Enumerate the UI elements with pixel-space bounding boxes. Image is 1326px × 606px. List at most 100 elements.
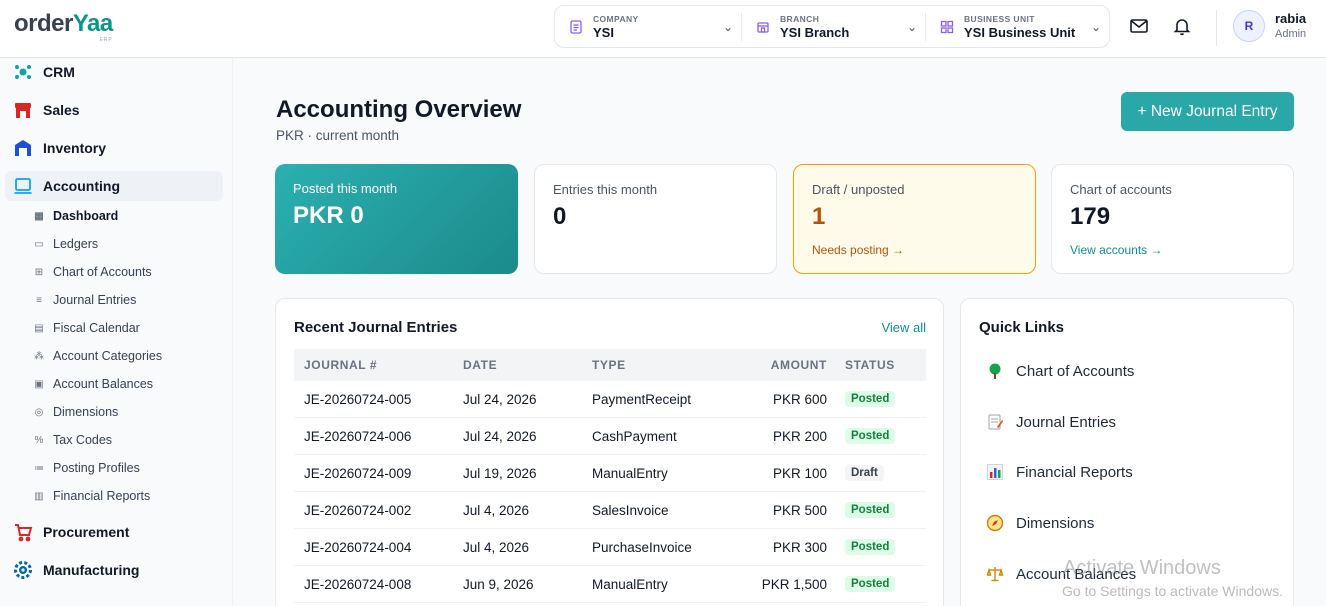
- quick-link-chart-of-accounts[interactable]: Chart of Accounts: [985, 359, 1134, 383]
- recent-journal-entries-panel: Recent Journal Entries View all JOURNAL …: [275, 298, 944, 606]
- entry-date: Jul 24, 2026: [463, 428, 537, 444]
- entry-amount: PKR 1,500: [761, 576, 827, 592]
- sidebar-subitem-dashboard[interactable]: ▦ Dashboard: [32, 206, 118, 226]
- sidebar-item-accounting[interactable]: Accounting: [12, 173, 120, 199]
- sidebar-item-inventory[interactable]: Inventory: [12, 135, 106, 161]
- percent-icon: %: [34, 434, 44, 446]
- sidebar: CRM Sales Inventory Accounting ▦ Dashboar…: [0, 58, 233, 606]
- view-all-link[interactable]: View all: [881, 320, 926, 335]
- business-unit-select[interactable]: BUSINESS UNIT YSI Business Unit ⌄: [925, 12, 1109, 41]
- journal-number[interactable]: JE-20260724-005: [304, 381, 411, 417]
- entry-amount: PKR 300: [772, 539, 827, 555]
- card-value: 1: [812, 203, 826, 230]
- compass-icon: [985, 513, 1005, 533]
- tree-icon: [985, 361, 1005, 381]
- company-select[interactable]: COMPANY YSI ⌄: [555, 13, 741, 41]
- top-bar: orderYaa ERP COMPANY YSI ⌄ BRANCH YSI Bran…: [0, 0, 1326, 58]
- sidebar-item-crm[interactable]: CRM: [12, 59, 75, 85]
- panel-title: Quick Links: [979, 319, 1065, 336]
- bell-icon[interactable]: [1172, 16, 1194, 38]
- chevron-down-icon: ⌄: [1090, 19, 1101, 34]
- quick-link-journal-entries[interactable]: Journal Entries: [985, 410, 1116, 434]
- column-header-status[interactable]: STATUS: [845, 349, 895, 381]
- chevron-down-icon: ⌄: [722, 19, 733, 34]
- table-row[interactable]: JE-20260724-006 Jul 24, 2026 CashPayment…: [294, 418, 926, 455]
- sidebar-item-manufacturing[interactable]: Manufacturing: [12, 557, 139, 583]
- table-header: JOURNAL # DATE TYPE AMOUNT STATUS: [294, 349, 926, 381]
- card-title: Entries this month: [553, 182, 658, 197]
- table-row[interactable]: JE-20260724-005 Jul 24, 2026 PaymentRece…: [294, 381, 926, 418]
- column-header-amount[interactable]: AMOUNT: [771, 349, 827, 381]
- entry-type: ManualEntry: [592, 576, 668, 592]
- entry-date: Jun 9, 2026: [463, 576, 534, 592]
- entry-date: Jul 4, 2026: [463, 502, 530, 518]
- column-header-journal[interactable]: JOURNAL #: [304, 349, 377, 381]
- sidebar-subitem-journal-entries[interactable]: ≡ Journal Entries: [32, 290, 136, 310]
- journal-number[interactable]: JE-20260724-009: [304, 455, 411, 491]
- status-badge: Posted: [845, 428, 896, 444]
- sidebar-subitem-dimensions[interactable]: ◎ Dimensions: [32, 402, 119, 422]
- table-row[interactable]: JE-20260724-009 Jul 19, 2026 ManualEntry…: [294, 455, 926, 492]
- document-icon: [569, 19, 585, 35]
- sidebar-subitem-tax-codes[interactable]: % Tax Codes: [32, 430, 113, 450]
- quick-link-financial-reports[interactable]: Financial Reports: [985, 460, 1133, 484]
- sidebar-subitem-fiscal-calendar[interactable]: ▤ Fiscal Calendar: [32, 318, 140, 338]
- sidebar-subitem-financial-reports[interactable]: ▥ Financial Reports: [32, 486, 150, 506]
- user-role: Admin: [1275, 28, 1307, 40]
- new-journal-entry-button[interactable]: + New Journal Entry: [1121, 92, 1294, 131]
- activate-windows-hint: Go to Settings to activate Windows.: [1062, 583, 1283, 599]
- page-subtitle: PKR · current month: [276, 128, 400, 143]
- orderyaa-logo[interactable]: orderYaa ERP: [14, 10, 113, 43]
- report-icon: ▥: [34, 490, 44, 502]
- needs-posting-link[interactable]: Needs posting →: [812, 243, 1017, 257]
- status-badge: Posted: [845, 539, 896, 555]
- status-badge: Posted: [845, 576, 896, 592]
- user-avatar[interactable]: R: [1233, 10, 1265, 42]
- sidebar-subitem-account-balances[interactable]: ▣ Account Balances: [32, 374, 153, 394]
- status-badge: Draft: [845, 465, 884, 481]
- crm-icon: [12, 61, 34, 83]
- column-header-type[interactable]: TYPE: [592, 349, 626, 381]
- list-icon: ≡: [36, 294, 42, 306]
- sidebar-item-sales[interactable]: Sales: [12, 97, 80, 123]
- table-row[interactable]: JE-20260724-002 Jul 4, 2026 SalesInvoice…: [294, 492, 926, 529]
- entry-type: ManualEntry: [592, 465, 668, 481]
- mail-icon[interactable]: [1129, 16, 1151, 38]
- journal-number[interactable]: JE-20260724-008: [304, 566, 411, 602]
- journal-number[interactable]: JE-20260724-004: [304, 529, 411, 565]
- card-value: 179: [1070, 203, 1111, 230]
- entry-amount: PKR 600: [772, 391, 827, 407]
- entry-amount: PKR 200: [772, 428, 827, 444]
- journal-number[interactable]: JE-20260724-006: [304, 418, 411, 454]
- grid-icon: [940, 19, 956, 35]
- memo-icon: [985, 412, 1005, 432]
- sidebar-subitem-chart-of-accounts[interactable]: ⊞ Chart of Accounts: [32, 262, 152, 282]
- target-icon: ◎: [34, 406, 44, 418]
- quick-link-dimensions[interactable]: Dimensions: [985, 511, 1094, 535]
- sidebar-item-procurement[interactable]: Procurement: [12, 519, 129, 545]
- view-accounts-link[interactable]: View accounts →: [1070, 243, 1275, 257]
- column-header-date[interactable]: DATE: [463, 349, 497, 381]
- card-title: Posted this month: [293, 181, 398, 196]
- manufacturing-icon: [12, 559, 34, 581]
- journal-number[interactable]: JE-20260724-002: [304, 492, 411, 528]
- sidebar-subitem-posting-profiles[interactable]: ≔ Posting Profiles: [32, 458, 140, 478]
- activate-windows-watermark: Activate Windows: [1063, 557, 1221, 579]
- branch-select[interactable]: BRANCH YSI Branch ⌄: [741, 12, 925, 41]
- table-row[interactable]: JE-20260724-004 Jul 4, 2026 PurchaseInvo…: [294, 529, 926, 566]
- posted-this-month-card: Posted this month PKR 0: [275, 164, 518, 274]
- scales-icon: [985, 564, 1005, 584]
- card-title: Draft / unposted: [812, 182, 905, 197]
- user-name[interactable]: rabia: [1275, 11, 1306, 26]
- bar-chart-icon: [985, 462, 1005, 482]
- entry-type: SalesInvoice: [592, 502, 669, 518]
- sidebar-subitem-account-categories[interactable]: ⁂ Account Categories: [32, 346, 162, 366]
- sidebar-subitem-ledgers[interactable]: ▭ Ledgers: [32, 234, 98, 254]
- balance-icon: ▣: [34, 378, 44, 390]
- page-title: Accounting Overview: [276, 96, 522, 123]
- sales-icon: [12, 99, 34, 121]
- table-row[interactable]: JE-20260724-008 Jun 9, 2026 ManualEntry …: [294, 566, 926, 603]
- status-badge: Posted: [845, 391, 896, 407]
- entry-type: PurchaseInvoice: [592, 539, 692, 555]
- card-value: PKR 0: [293, 202, 364, 229]
